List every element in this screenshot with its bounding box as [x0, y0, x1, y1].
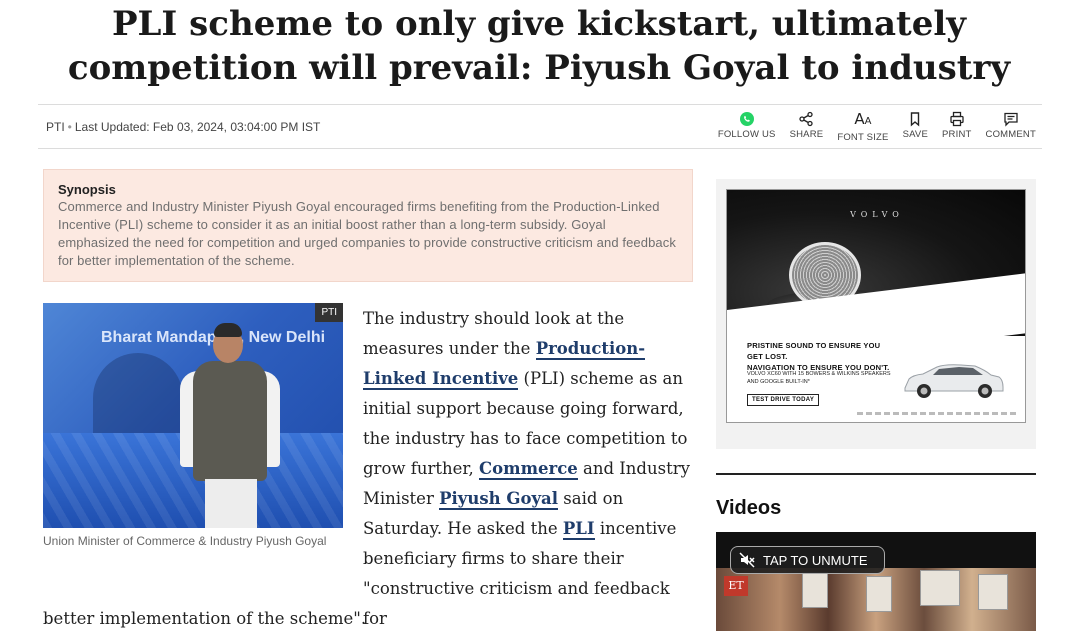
comment-icon: [1004, 112, 1018, 127]
ad-headline: PRISTINE SOUND TO ENSURE YOU GET LOST. N…: [747, 341, 890, 372]
print-label: PRINT: [942, 129, 972, 140]
video-player[interactable]: ET TAP TO UNMUTE: [716, 532, 1036, 631]
last-updated: Last Updated: Feb 03, 2024, 03:04:00 PM …: [74, 120, 321, 134]
ad-subtext: VOLVO XC60 WITH 15 BOWERS & WILKINS SPEA…: [747, 371, 891, 385]
print-button[interactable]: PRINT: [942, 111, 972, 143]
save-label: SAVE: [902, 129, 929, 140]
comment-label: COMMENT: [985, 129, 1036, 140]
advertisement-container: VOLVO PRISTINE SOUND TO ENSURE YOU GET L…: [716, 179, 1036, 449]
font-size-button[interactable]: AA FONT SIZE: [837, 111, 888, 143]
videos-section-title: Videos: [716, 497, 782, 519]
tap-to-unmute-button[interactable]: TAP TO UNMUTE: [730, 546, 885, 574]
synopsis-text: Commerce and Industry Minister Piyush Go…: [58, 199, 676, 268]
article-body: The industry should look at the measures…: [363, 309, 690, 628]
font-size-label: FONT SIZE: [837, 132, 889, 143]
follow-us-button[interactable]: FOLLOW US: [718, 111, 776, 143]
synopsis-box: Synopsis Commerce and Industry Minister …: [43, 169, 693, 282]
synopsis-title: Synopsis: [58, 182, 116, 197]
font-size-icon: AA: [854, 110, 872, 128]
article-tools: FOLLOW US SHARE AA FONT SIZE SAVE PRINT …: [704, 111, 1036, 143]
protest-placard: [866, 576, 892, 612]
ad-brand-logo: VOLVO: [850, 210, 904, 219]
byline: PTI • Last Updated: Feb 03, 2024, 03:04:00…: [46, 120, 321, 134]
car-image: [904, 364, 1004, 398]
muted-speaker-icon: [739, 552, 755, 568]
article-meta-bar: PTI • Last Updated: Feb 03, 2024, 03:04:00…: [38, 104, 1042, 149]
protest-placard: [920, 570, 960, 606]
photo-person-jacket: [193, 361, 267, 481]
tap-to-unmute-label: TAP TO UNMUTE: [763, 552, 868, 568]
link-pli[interactable]: PLI: [562, 519, 595, 540]
source-label: PTI: [46, 120, 65, 134]
article-headline: PLI scheme to only give kickstart, ultim…: [67, 4, 1011, 88]
save-button[interactable]: SAVE: [903, 111, 928, 143]
ad-cta-button[interactable]: TEST DRIVE TODAY: [747, 394, 820, 406]
section-divider: [716, 473, 1036, 475]
article-body-continued: better implementation of the scheme".: [43, 609, 367, 628]
share-label: SHARE: [789, 129, 824, 140]
photo-credit-badge: PTI: [315, 303, 343, 322]
share-button[interactable]: SHARE: [790, 111, 824, 143]
link-commerce[interactable]: Commerce: [478, 459, 578, 480]
whatsapp-icon: [739, 112, 754, 126]
protest-placard: [802, 572, 828, 608]
protest-placard: [978, 574, 1008, 610]
ad-fine-print: [857, 412, 1017, 415]
volvo-advertisement[interactable]: VOLVO PRISTINE SOUND TO ENSURE YOU GET L…: [726, 189, 1026, 423]
photo-person-hair: [214, 323, 242, 337]
link-piyush-goyal[interactable]: Piyush Goyal: [439, 489, 559, 510]
photo-person-legs: [205, 479, 257, 528]
article-photo[interactable]: Bharat Mandapam, New Delhi PTI: [43, 303, 343, 528]
photo-caption: Union Minister of Commerce & Industry Pi…: [43, 534, 327, 548]
share-icon: [799, 111, 814, 127]
print-icon: [950, 111, 964, 127]
comment-button[interactable]: COMMENT: [986, 111, 1036, 143]
et-logo: ET: [724, 576, 748, 596]
bookmark-icon: [911, 112, 920, 127]
follow-us-label: FOLLOW US: [717, 129, 776, 140]
